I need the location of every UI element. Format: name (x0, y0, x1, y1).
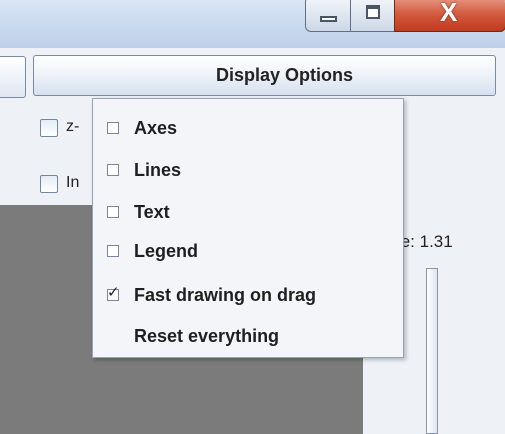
close-icon: X (440, 0, 458, 27)
menu-item-reset[interactable]: Reset everything (93, 317, 403, 355)
text-checkbox-icon (107, 206, 119, 218)
menu-item-label: Legend (134, 240, 199, 261)
maximize-icon (366, 5, 380, 19)
menu-item-legend[interactable]: Legend (93, 232, 403, 270)
lines-checkbox-icon (107, 164, 119, 176)
window-titlebar: X (0, 0, 505, 49)
menu-item-fast-drawing[interactable]: Fast drawing on drag (93, 276, 403, 314)
menu-item-label: Lines (134, 159, 182, 180)
menu-item-text[interactable]: Text (93, 193, 403, 231)
in-option-label: In (66, 174, 80, 191)
menu-item-label: Fast drawing on drag (134, 284, 317, 305)
left-tab-button[interactable] (0, 56, 26, 98)
menu-item-lines[interactable]: Lines (93, 151, 403, 189)
minimize-icon (320, 16, 337, 22)
menu-item-label: Reset everything (134, 325, 280, 346)
display-options-menu: Axes Lines Text Legend Fast drawing on d… (92, 98, 404, 358)
close-button[interactable]: X (394, 0, 505, 32)
menu-item-axes[interactable]: Axes (93, 109, 403, 147)
scale-slider[interactable] (426, 268, 438, 434)
menu-item-label: Text (134, 201, 170, 222)
in-option-checkbox[interactable] (40, 175, 58, 193)
axes-checkbox-icon (107, 122, 119, 134)
minimize-button[interactable] (305, 0, 351, 32)
z-option-checkbox[interactable] (40, 119, 58, 137)
maximize-button[interactable] (350, 0, 396, 32)
menu-item-label: Axes (134, 117, 178, 138)
display-options-button[interactable]: Display Options (33, 55, 496, 96)
z-option-label: z- (66, 118, 80, 135)
fast-drawing-checkbox-icon (107, 283, 120, 301)
legend-checkbox-icon (107, 245, 119, 257)
